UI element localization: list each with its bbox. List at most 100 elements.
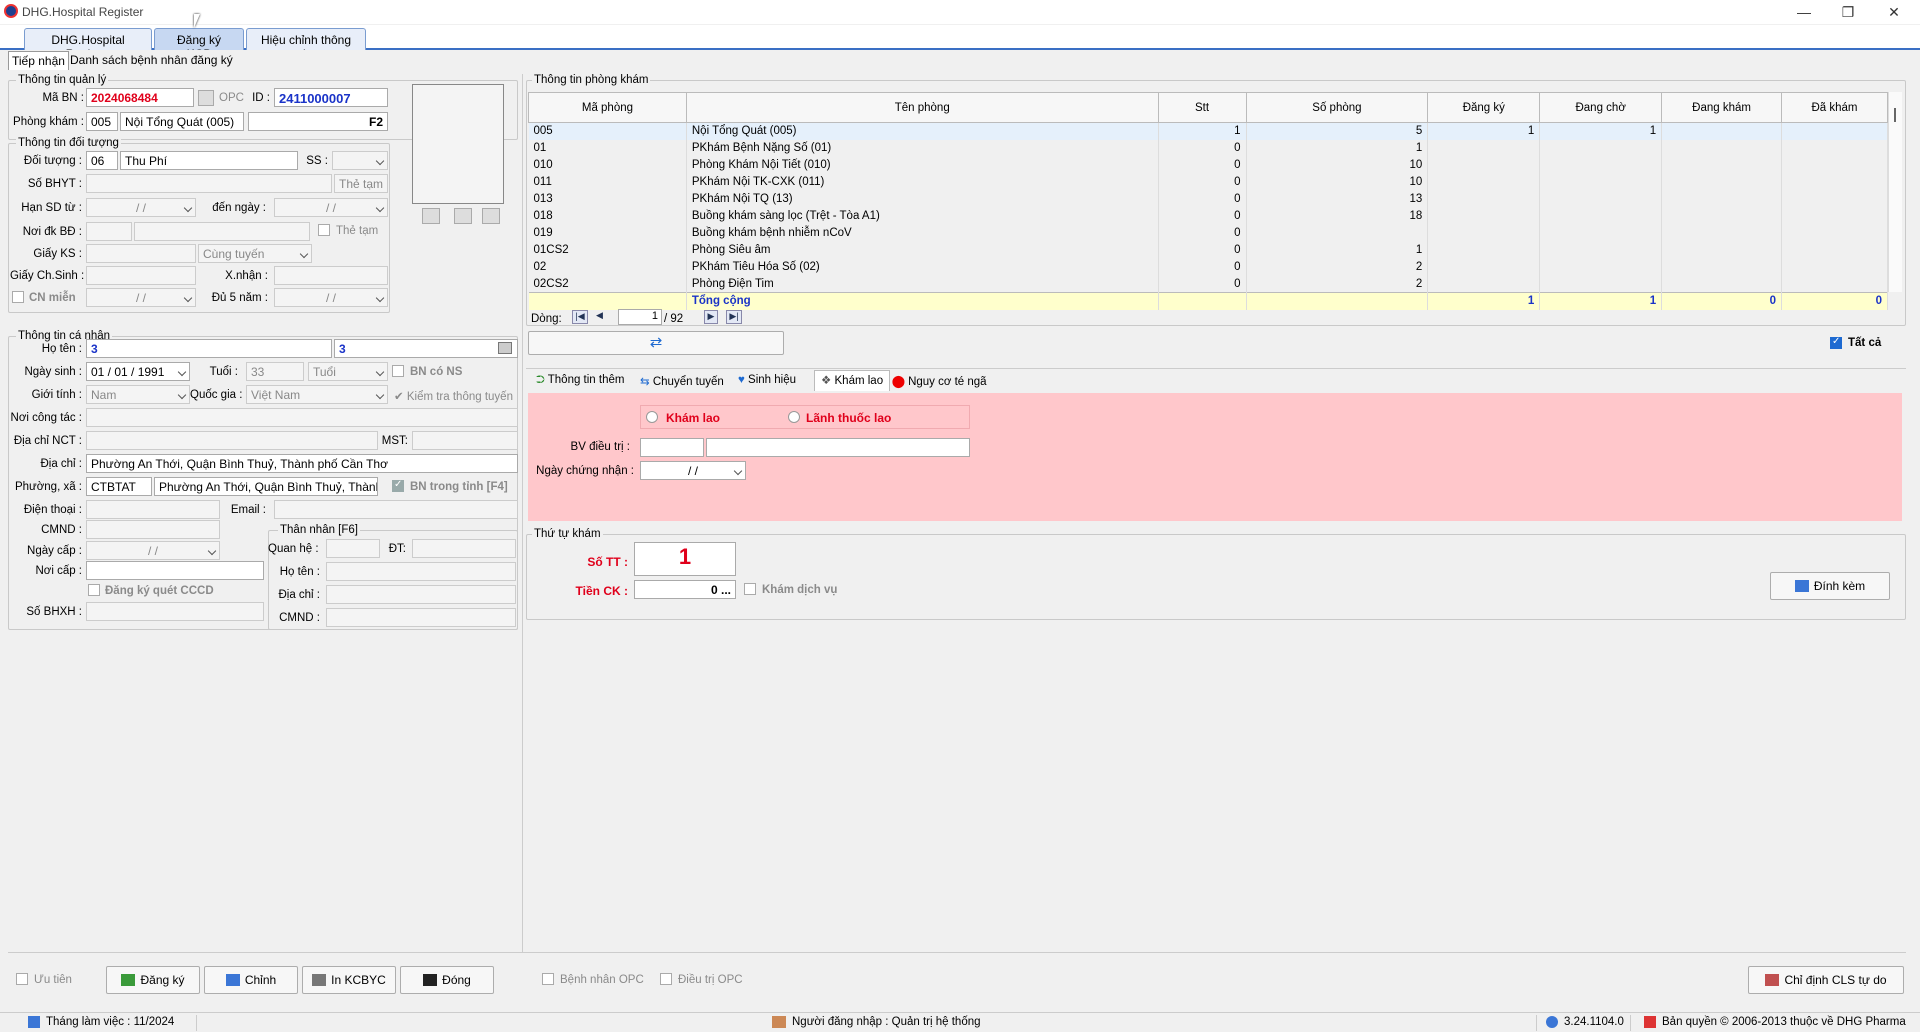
phong-kham-name[interactable]: Nội Tổng Quát (005) xyxy=(120,112,244,131)
gioi-tinh-select[interactable]: Nam xyxy=(86,385,190,404)
maximize-icon[interactable]: ❐ xyxy=(1828,2,1868,22)
than-nhan-dia-chi-field[interactable] xyxy=(326,585,516,604)
cmnd-field[interactable] xyxy=(86,520,220,539)
so-tt-field[interactable]: 1 xyxy=(634,542,736,576)
in-kcbyc-button[interactable]: In KCBYC xyxy=(302,966,396,994)
dk-cccd-checkbox[interactable] xyxy=(88,584,100,596)
ho-ten-2-field[interactable]: 3 xyxy=(334,339,518,358)
chinh-button[interactable]: Chỉnh xyxy=(204,966,298,994)
column-header[interactable]: Đang khám xyxy=(1661,92,1783,123)
phuong-xa-code[interactable]: CTBTAT xyxy=(86,477,152,496)
tuoi-unit-select[interactable]: Tuổi xyxy=(308,362,388,381)
dinh-kem-button[interactable]: Đính kèm xyxy=(1770,572,1890,600)
cn-mien-date[interactable]: / / xyxy=(86,288,196,307)
kham-lao-radio[interactable] xyxy=(646,411,658,423)
tab-sinh-hieu[interactable]: ♥ Sinh hiệu xyxy=(738,374,796,386)
ma-bn-field[interactable]: 2024068484 xyxy=(86,88,194,107)
dang-ky-button[interactable]: Đăng ký xyxy=(106,966,200,994)
xnhan-field[interactable] xyxy=(274,266,388,285)
noi-dk-code[interactable] xyxy=(86,222,132,241)
column-header[interactable]: Tên phòng xyxy=(685,92,1159,123)
chi-dinh-cls-button[interactable]: Chỉ định CLS tự do xyxy=(1748,966,1904,994)
than-nhan-ho-ten-field[interactable] xyxy=(326,562,516,581)
last-page-icon[interactable]: ▶| xyxy=(726,310,742,324)
dia-chi-nct-field[interactable] xyxy=(86,431,378,450)
bn-trong-tinh-checkbox[interactable] xyxy=(392,479,404,492)
table-row[interactable]: 018 Buồng khám sàng lọc (Trệt - Tòa A1) 0 1… xyxy=(528,207,1888,225)
ngay-cap-field[interactable]: / / xyxy=(86,541,220,560)
bv-code-field[interactable] xyxy=(640,438,704,457)
ho-ten-field[interactable]: 3 xyxy=(86,339,332,358)
than-nhan-dt-field[interactable] xyxy=(412,539,516,558)
delete-photo-icon[interactable] xyxy=(482,208,500,224)
tien-ck-field[interactable]: 0 ... xyxy=(634,580,736,599)
f2-field[interactable]: F2 xyxy=(248,112,388,131)
kham-dich-vu-checkbox[interactable] xyxy=(744,583,756,595)
so-bhxh-field[interactable] xyxy=(86,602,264,621)
giay-chsinh-field[interactable] xyxy=(86,266,196,285)
tab-thong-tin-them[interactable]: ⮊ Thông tin thêm xyxy=(536,374,624,387)
than-nhan-cmnd-field[interactable] xyxy=(326,608,516,627)
giay-ks-field[interactable] xyxy=(86,244,196,263)
lookup-icon[interactable] xyxy=(198,90,214,106)
table-row[interactable]: 02 PKhám Tiêu Hóa Số (02) 0 2 xyxy=(528,258,1888,276)
quan-he-field[interactable] xyxy=(326,539,380,558)
minimize-icon[interactable]: — xyxy=(1784,2,1824,22)
table-row[interactable]: 011 PKhám Nội TK-CXK (011) 0 10 xyxy=(528,173,1888,191)
tab-chuyen-tuyen[interactable]: ⇆ Chuyển tuyến xyxy=(640,374,724,388)
ss-select[interactable] xyxy=(332,151,388,170)
column-header[interactable]: Đang chờ xyxy=(1539,92,1663,123)
column-header[interactable]: Mã phòng xyxy=(528,92,687,123)
bv-name-field[interactable] xyxy=(706,438,970,457)
camera-icon[interactable] xyxy=(422,208,440,224)
ngay-sinh-field[interactable]: 01 / 01 / 1991 xyxy=(86,362,190,381)
bn-opc-checkbox[interactable] xyxy=(542,973,554,985)
bhyt-field[interactable] xyxy=(86,174,332,193)
tab-hospital-register[interactable]: DHG.Hospital Register xyxy=(24,28,152,61)
tat-ca-checkbox[interactable] xyxy=(1830,336,1842,349)
tab-hieu-chinh[interactable]: Hiệu chỉnh thông tin xyxy=(246,28,366,61)
phong-kham-code[interactable]: 005 xyxy=(86,112,118,131)
dia-chi-field[interactable]: Phường An Thới, Quận Bình Thuỷ, Thành ph… xyxy=(86,454,518,473)
refresh-button[interactable]: ⇄ xyxy=(528,331,784,355)
column-header[interactable]: Stt xyxy=(1157,92,1247,123)
phuong-xa-name[interactable]: Phường An Thới, Quận Bình Thuỷ, Thành ph… xyxy=(154,477,378,496)
uu-tien-checkbox[interactable] xyxy=(16,973,28,985)
keyboard-icon[interactable] xyxy=(498,342,512,354)
du-5-nam-date[interactable]: / / xyxy=(274,288,388,307)
the-tam-button[interactable]: Thẻ tạm xyxy=(334,174,388,193)
tab-kham-lao[interactable]: ❖ Khám lao xyxy=(814,370,891,391)
page-input[interactable]: 1 xyxy=(618,309,662,325)
table-row[interactable]: 010 Phòng Khám Nội Tiết (010) 0 10 xyxy=(528,156,1888,174)
table-row[interactable]: 013 PKhám Nội TQ (13) 0 13 xyxy=(528,190,1888,208)
table-row[interactable]: 02CS2 Phòng Điện Tim 0 2 xyxy=(528,275,1888,293)
subtab-danh-sach[interactable]: Danh sách bệnh nhân đăng ký xyxy=(68,53,235,67)
close-icon[interactable]: ✕ xyxy=(1874,2,1914,22)
noi-cap-field[interactable] xyxy=(86,561,264,580)
lanh-thuoc-lao-radio[interactable] xyxy=(788,411,800,423)
table-row[interactable]: 005 Nội Tổng Quát (005) 1 5 1 1 xyxy=(528,122,1888,140)
subtab-tiep-nhan[interactable]: Tiếp nhận xyxy=(8,51,69,70)
first-page-icon[interactable]: |◀ xyxy=(572,310,588,324)
cung-tuyen-select[interactable]: Cùng tuyến xyxy=(198,244,312,263)
dien-thoai-field[interactable] xyxy=(86,500,220,519)
id-field[interactable]: 2411000007 xyxy=(274,88,388,107)
noi-dk-name[interactable] xyxy=(134,222,310,241)
folder-icon[interactable] xyxy=(454,208,472,224)
tab-dang-ky-kcb[interactable]: Đăng ký KCB xyxy=(154,28,244,61)
ngay-chung-nhan-field[interactable]: / / xyxy=(640,461,746,480)
table-row[interactable]: 019 Buồng khám bệnh nhiễm nCoV 0 xyxy=(528,224,1888,242)
table-row[interactable]: 01 PKhám Bệnh Nặng Số (01) 0 1 xyxy=(528,139,1888,157)
kiem-tra-thong-tuyen[interactable]: ✔ Kiểm tra thông tuyến xyxy=(394,389,513,403)
the-tam-checkbox[interactable] xyxy=(318,224,330,236)
tuoi-field[interactable]: 33 xyxy=(246,362,304,381)
next-page-icon[interactable]: ▶ xyxy=(704,310,718,324)
mst-field[interactable] xyxy=(412,431,518,450)
dieu-tri-opc-checkbox[interactable] xyxy=(660,973,672,985)
table-row[interactable]: 01CS2 Phòng Siêu âm 0 1 xyxy=(528,241,1888,259)
doi-tuong-code[interactable]: 06 xyxy=(86,151,118,170)
column-header[interactable]: Đã khám xyxy=(1781,92,1888,123)
column-header[interactable]: Số phòng xyxy=(1245,92,1429,123)
doi-tuong-name[interactable]: Thu Phí xyxy=(120,151,298,170)
dong-button[interactable]: Đóng xyxy=(400,966,494,994)
